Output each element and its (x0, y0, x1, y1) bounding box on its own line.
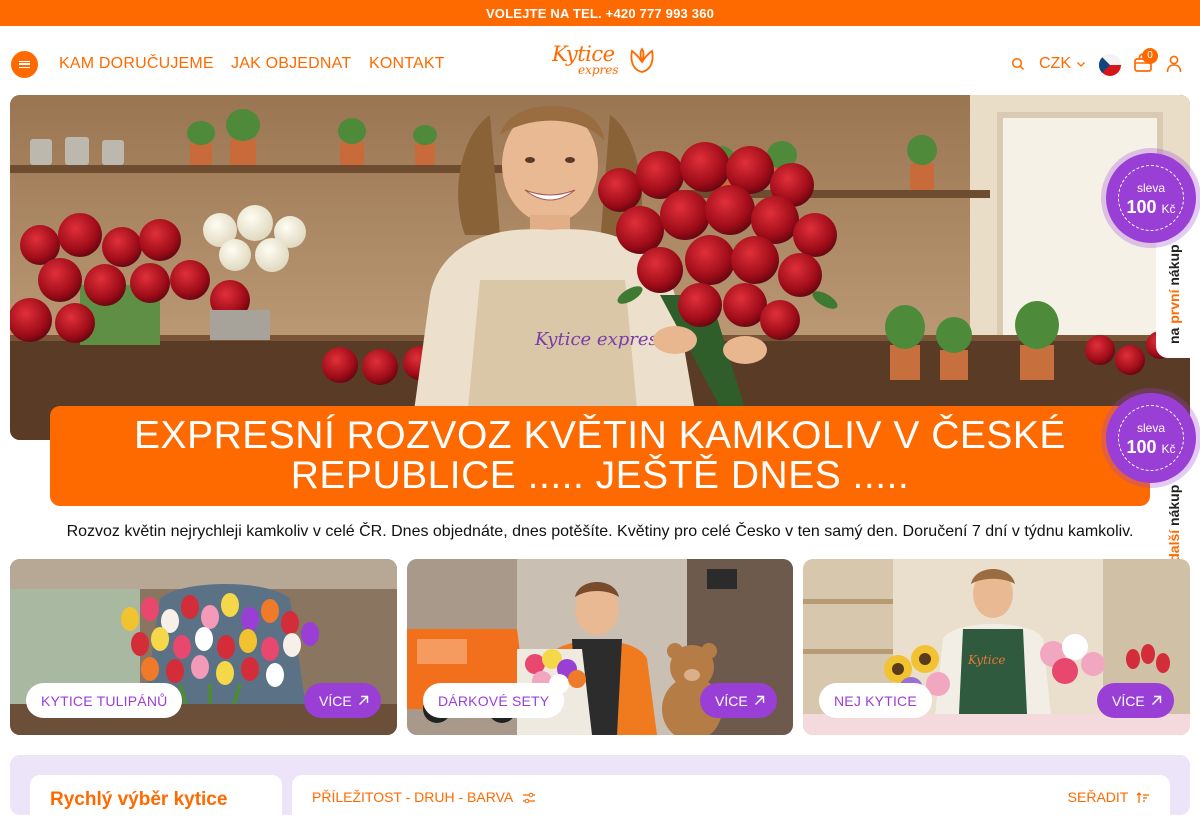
discount-label: sleva (1136, 421, 1165, 435)
florist-roses-illustration: Kytice expres (10, 95, 1190, 440)
filter-toggle[interactable]: PŘÍLEŽITOST - DRUH - BARVA (312, 789, 536, 805)
filter-bar: PŘÍLEŽITOST - DRUH - BARVA SEŘADIT (292, 775, 1170, 835)
more-button[interactable]: VÍCE (700, 683, 777, 718)
apron-logo-text: Kytice expres (534, 329, 658, 350)
discount-amount: 100 Kč (1126, 197, 1176, 217)
user-account-icon[interactable] (1166, 55, 1182, 73)
nav-link-delivery[interactable]: KAM DORUČUJEME (59, 55, 214, 73)
more-button[interactable]: VÍCE (304, 683, 381, 718)
search-icon[interactable] (1011, 57, 1025, 71)
arrow-up-right-icon (359, 695, 369, 705)
sort-button[interactable]: SEŘADIT (1068, 789, 1150, 805)
cart-count-badge: 0 (1142, 48, 1158, 64)
product-filter-panel: Rychlý výběr kytice PŘÍLEŽITOST - DRUH -… (10, 755, 1190, 835)
czech-flag-icon[interactable] (1099, 54, 1121, 76)
category-title[interactable]: DÁRKOVÉ SETY (423, 683, 565, 718)
top-phone-bar[interactable]: VOLEJTE NA TEL. +420 777 993 360 (0, 0, 1200, 26)
more-button[interactable]: VÍCE (1097, 683, 1174, 718)
currency-value: CZK (1039, 55, 1071, 72)
nav-link-how-to-order[interactable]: JAK OBJEDNAT (231, 55, 351, 73)
delivery-tagline: Rozvoz květin nejrychleji kamkoliv v cel… (66, 523, 1134, 540)
discount-label: sleva (1136, 181, 1165, 195)
arrow-up-right-icon (755, 695, 765, 705)
category-card-tulips[interactable]: KYTICE TULIPÁNŮ VÍCE (10, 559, 397, 735)
site-logo[interactable]: Kytice expres (552, 42, 662, 82)
more-label: VÍCE (715, 693, 748, 709)
hero-headline-banner: EXPRESNÍ ROZVOZ KVĚTIN KAMKOLIV V ČESKÉ … (50, 406, 1150, 506)
promo-vertical-text: na první nákup (1166, 244, 1182, 344)
hero-headline-line-1: EXPRESNÍ ROZVOZ KVĚTIN KAMKOLIV V ČESKÉ (134, 414, 1066, 457)
hero-headline-line-2: REPUBLICE ..... JEŠTĚ DNES ..... (290, 454, 910, 497)
main-navigation: KAM DORUČUJEME JAK OBJEDNAT KONTAKT Kyti… (0, 26, 1200, 95)
logo-subtext: expres (578, 63, 619, 77)
quick-pick-box[interactable]: Rychlý výběr kytice (30, 775, 282, 835)
sliders-icon (523, 792, 536, 804)
category-title[interactable]: NEJ KYTICE (819, 683, 932, 718)
more-label: VÍCE (1112, 693, 1145, 709)
category-card-gift-sets[interactable]: DÁRKOVÉ SETY VÍCE (407, 559, 793, 735)
discount-amount: 100 Kč (1126, 437, 1176, 457)
nav-link-contact[interactable]: KONTAKT (369, 55, 445, 73)
sort-icon (1136, 792, 1149, 804)
hamburger-icon (19, 61, 30, 68)
sort-label: SEŘADIT (1067, 789, 1129, 805)
arrow-up-right-icon (1152, 695, 1162, 705)
hero-image: Kytice expres (10, 95, 1190, 440)
svg-text:Kytice: Kytice (967, 653, 1005, 667)
quick-pick-heading: Rychlý výběr kytice (50, 789, 228, 810)
filter-label: PŘÍLEŽITOST - DRUH - BARVA (312, 789, 513, 805)
category-title[interactable]: KYTICE TULIPÁNŮ (26, 683, 183, 718)
tulip-logo-icon (630, 47, 654, 73)
currency-selector[interactable]: CZK (1039, 55, 1085, 73)
more-label: VÍCE (319, 693, 352, 709)
hamburger-menu-button[interactable] (11, 51, 38, 78)
category-card-best-bouquets[interactable]: Kytice NEJ KYTICE VÍCE (803, 559, 1190, 735)
chevron-down-icon (1077, 62, 1085, 67)
